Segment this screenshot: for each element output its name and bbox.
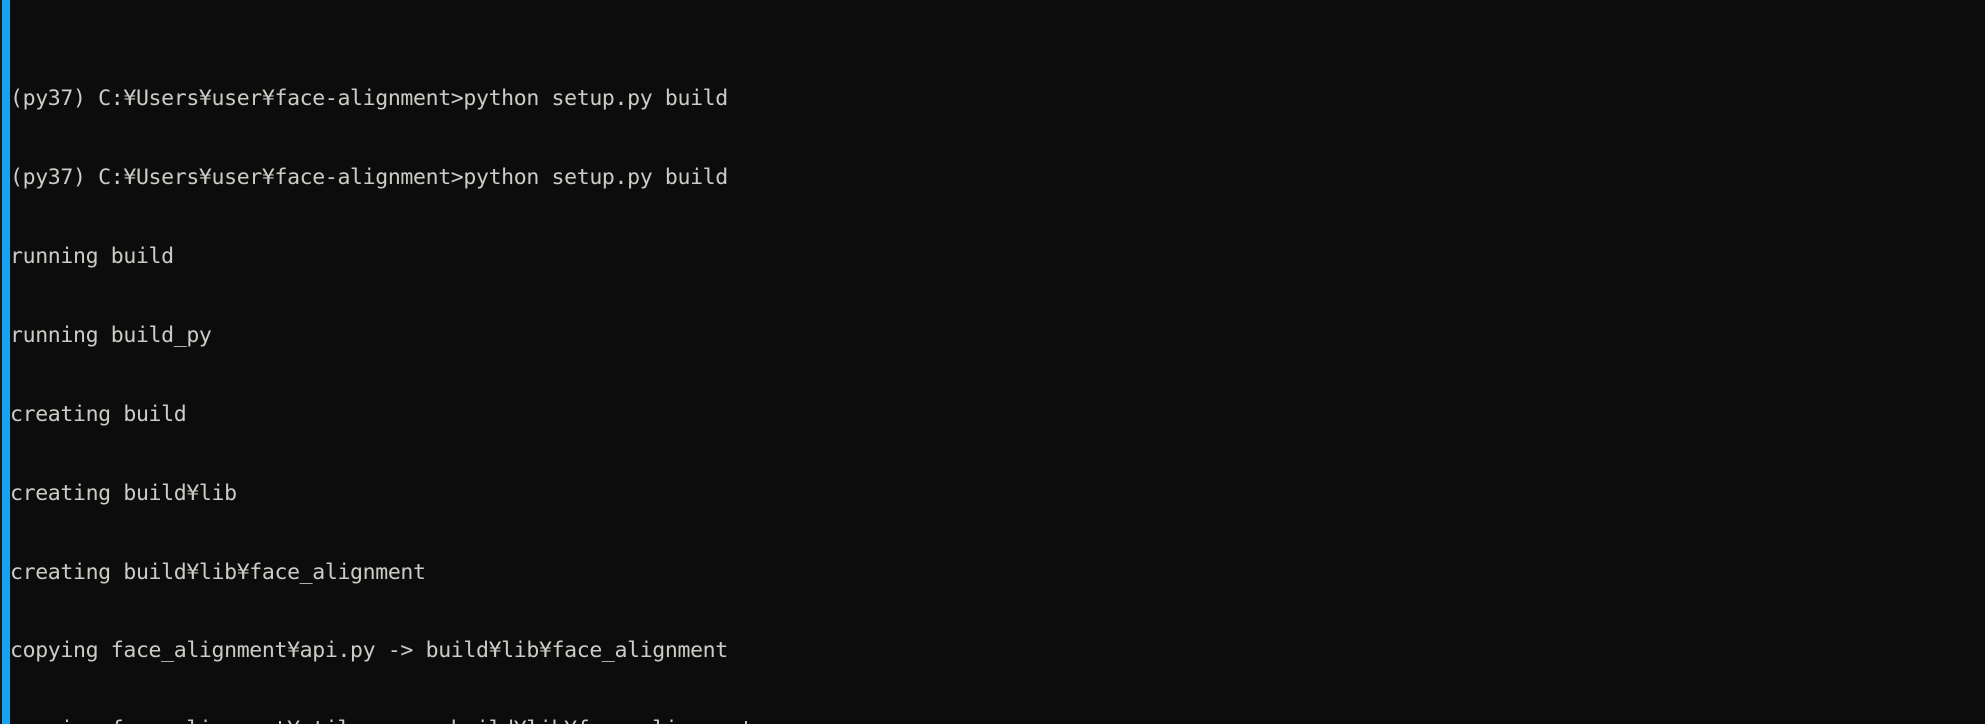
console-line: running build_py: [10, 322, 212, 348]
console-line: copying face_alignment¥utils.py -> build…: [10, 717, 1985, 724]
terminal-window[interactable]: (py37) C:¥Users¥user¥face-alignment>pyth…: [0, 0, 1985, 724]
console-line: creating build¥lib¥face_alignment: [10, 559, 426, 585]
console-line: running build: [10, 243, 174, 269]
console-line: creating build: [10, 401, 187, 427]
console-line: creating build¥lib: [10, 480, 237, 506]
console-line: copying face_alignment¥api.py -> build¥l…: [10, 638, 728, 664]
console-line-clipped: (py37) C:¥Users¥user¥face-alignment>pyth…: [10, 86, 728, 112]
window-left-frame: [0, 0, 2, 724]
console-accent-bar[interactable]: [2, 0, 10, 724]
console-output-area[interactable]: (py37) C:¥Users¥user¥face-alignment>pyth…: [10, 0, 1985, 724]
console-line: (py37) C:¥Users¥user¥face-alignment>pyth…: [10, 165, 728, 191]
